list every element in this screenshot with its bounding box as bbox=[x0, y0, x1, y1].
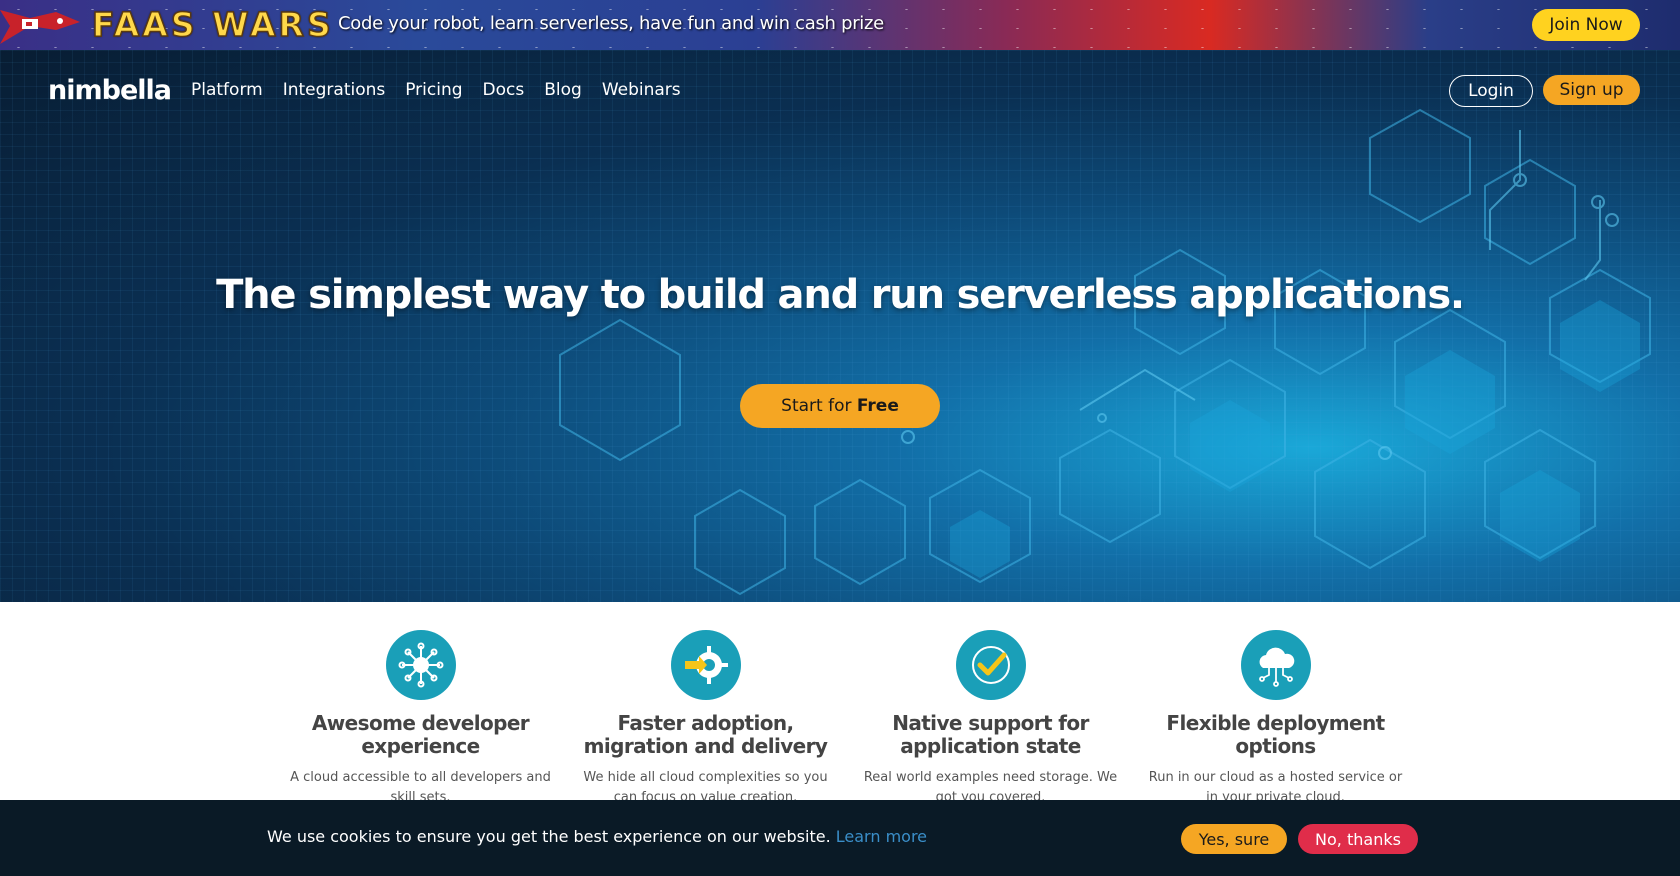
cloud-network-icon bbox=[1240, 630, 1311, 700]
hero-title: The simplest way to build and run server… bbox=[216, 272, 1465, 318]
cookie-message: We use cookies to ensure you get the bes… bbox=[267, 827, 927, 846]
cta-prefix: Start for bbox=[781, 396, 852, 416]
feature-card: Faster adoption, migration and delivery … bbox=[563, 630, 848, 808]
feature-card: Native support for application state Rea… bbox=[848, 630, 1133, 808]
feature-title: Native support for application state bbox=[892, 711, 1089, 758]
feature-title: Awesome developer experience bbox=[311, 711, 530, 758]
nav-link-pricing[interactable]: Pricing bbox=[405, 80, 462, 100]
cookie-consent-bar: We use cookies to ensure you get the bes… bbox=[0, 800, 1680, 876]
spaceship-icon bbox=[0, 10, 80, 44]
features-row: Awesome developer experience A cloud acc… bbox=[278, 630, 1418, 808]
nav-link-blog[interactable]: Blog bbox=[544, 80, 582, 100]
cookie-message-text: We use cookies to ensure you get the bes… bbox=[267, 827, 831, 846]
decline-cookies-button[interactable]: No, thanks bbox=[1298, 824, 1418, 854]
nimbella-logo[interactable]: nimbella bbox=[48, 72, 172, 106]
network-hub-icon bbox=[385, 630, 456, 700]
checkmark-circle-icon bbox=[955, 630, 1026, 700]
faas-wars-logo: FAAS WARS bbox=[91, 4, 334, 45]
nav-link-integrations[interactable]: Integrations bbox=[283, 80, 386, 100]
nav-link-platform[interactable]: Platform bbox=[191, 80, 263, 100]
gear-arrow-icon bbox=[670, 630, 741, 700]
hero-section: nimbella Platform Integrations Pricing D… bbox=[0, 50, 1680, 602]
learn-more-link[interactable]: Learn more bbox=[836, 827, 927, 846]
accept-cookies-button[interactable]: Yes, sure bbox=[1181, 824, 1287, 854]
join-now-button[interactable]: Join Now bbox=[1532, 9, 1640, 41]
cta-emphasis: Free bbox=[856, 396, 899, 416]
login-button[interactable]: Login bbox=[1449, 75, 1533, 107]
feature-title: Faster adoption, migration and delivery bbox=[583, 711, 828, 758]
promo-tagline: Code your robot, learn serverless, have … bbox=[338, 13, 884, 34]
nav-link-docs[interactable]: Docs bbox=[483, 80, 525, 100]
promo-banner[interactable]: FAAS WARS Code your robot, learn serverl… bbox=[0, 0, 1680, 50]
start-for-free-button[interactable]: Start for Free bbox=[740, 384, 940, 428]
signup-button[interactable]: Sign up bbox=[1543, 75, 1640, 105]
main-nav: Platform Integrations Pricing Docs Blog … bbox=[191, 80, 701, 100]
feature-card: Awesome developer experience A cloud acc… bbox=[278, 630, 563, 808]
nav-link-webinars[interactable]: Webinars bbox=[602, 80, 681, 100]
feature-card: Flexible deployment options Run in our c… bbox=[1133, 630, 1418, 808]
feature-title: Flexible deployment options bbox=[1166, 711, 1385, 758]
hexagon-circuit-illustration bbox=[559, 108, 1651, 596]
